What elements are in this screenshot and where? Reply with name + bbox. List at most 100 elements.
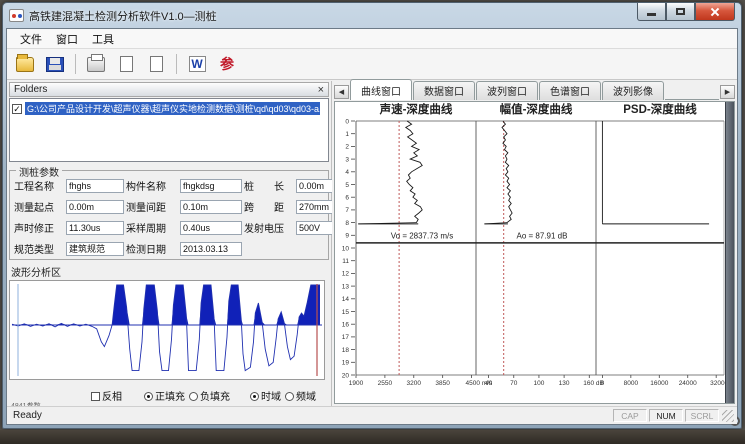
toolbar-separator	[75, 54, 76, 74]
domain-radio-0[interactable]: 时域	[250, 388, 281, 403]
param-label-0: 工程名称	[14, 178, 64, 193]
invert-checkbox-box[interactable]	[91, 392, 100, 401]
save-icon	[46, 57, 64, 72]
tab-spacer	[665, 99, 719, 100]
svg-text:7: 7	[345, 207, 349, 214]
resize-grip[interactable]	[722, 410, 734, 422]
param-label-8: 发射电压	[244, 220, 294, 235]
app-window: 高铁建混凝土检测分析软件V1.0—测桩 文件窗口工具 W 参	[2, 2, 742, 429]
param-label-2: 桩 长	[244, 178, 294, 193]
domain-radio-1[interactable]: 频域	[285, 388, 316, 403]
tab-0[interactable]: 曲线窗口	[350, 79, 412, 100]
printer-icon	[87, 57, 105, 72]
svg-text:16: 16	[342, 322, 350, 329]
status-panes: CAPNUMSCRL	[611, 409, 719, 422]
left-panel: Folders × ✓ G:\公司产品设计开发\超声仪器\超声仪实地检测数据\测…	[7, 81, 332, 406]
open-folder-icon	[16, 57, 34, 72]
close-button[interactable]	[695, 3, 735, 21]
minimize-icon	[647, 13, 656, 16]
save-button[interactable]	[42, 52, 68, 76]
minimize-button[interactable]	[637, 3, 666, 21]
radio-icon[interactable]	[144, 392, 153, 401]
svg-text:20: 20	[342, 372, 350, 379]
export-button[interactable]	[113, 52, 139, 76]
tab-3[interactable]: 色谱窗口	[539, 81, 601, 100]
svg-text:14: 14	[342, 296, 350, 303]
svg-text:18: 18	[342, 347, 350, 354]
preview-button[interactable]	[143, 52, 169, 76]
curve-tab-page: 01234567891011121314151617181920声速-深度曲线1…	[334, 101, 735, 404]
waveform-plot[interactable]	[9, 280, 325, 380]
maximize-button[interactable]	[666, 3, 695, 21]
param-input-10[interactable]: 2013.03.13	[180, 242, 242, 256]
param-input-3[interactable]: 0.00m	[66, 200, 124, 214]
folders-title: Folders	[14, 84, 318, 95]
menu-item-1[interactable]: 窗口	[49, 29, 85, 49]
radio-icon[interactable]	[285, 392, 294, 401]
desktop: 高铁建混凝土检测分析软件V1.0—测桩 文件窗口工具 W 参	[0, 0, 745, 444]
svg-text:13: 13	[342, 283, 350, 290]
param-label-4: 测量间距	[126, 199, 178, 214]
toolbar-separator	[176, 54, 177, 74]
invert-checkbox[interactable]: 反相	[91, 388, 122, 403]
fill-radio-0[interactable]: 正填充	[144, 388, 185, 403]
param-input-0[interactable]: fhghs	[66, 179, 124, 193]
svg-text:16000: 16000	[650, 380, 668, 387]
folder-path[interactable]: G:\公司产品设计开发\超声仪器\超声仪实地检测数据\测桩\qd\qd03\qd…	[25, 102, 320, 115]
param-label-3: 测量起点	[14, 199, 64, 214]
depth-charts-svg[interactable]: 01234567891011121314151617181920声速-深度曲线1…	[336, 103, 732, 408]
param-label-6: 声时修正	[14, 220, 64, 235]
tab-4[interactable]: 波列影像	[602, 81, 664, 100]
folder-list-item[interactable]: ✓ G:\公司产品设计开发\超声仪器\超声仪实地检测数据\测桩\qd\qd03\…	[12, 102, 326, 115]
svg-text:Ao = 87.91 dB: Ao = 87.91 dB	[517, 231, 568, 240]
pile-params-group: 测桩参数 工程名称fhghs构件名称fhgkdsg桩 长0.00m测量起点0.0…	[9, 170, 329, 260]
tab-1[interactable]: 数据窗口	[413, 81, 475, 100]
param-input-6[interactable]: 11.30us	[66, 221, 124, 235]
folder-list[interactable]: ✓ G:\公司产品设计开发\超声仪器\超声仪实地检测数据\测桩\qd\qd03\…	[9, 98, 329, 162]
fill-radio-1[interactable]: 负填充	[189, 388, 230, 403]
pile-params-title: 测桩参数	[16, 164, 62, 179]
desktop-taskbar-strip	[0, 430, 745, 444]
param-input-7[interactable]: 0.40us	[180, 221, 242, 235]
svg-text:8: 8	[345, 220, 349, 227]
print-button[interactable]	[83, 52, 109, 76]
svg-text:4: 4	[345, 169, 349, 176]
svg-text:声速-深度曲线: 声速-深度曲线	[379, 103, 453, 116]
chart-1: 幅值-深度曲线4070100130160 dBAo = 87.91 dB	[476, 103, 604, 387]
svg-text:PSD-深度曲线: PSD-深度曲线	[623, 103, 697, 116]
waveform-area-title: 波形分析区	[11, 264, 329, 279]
waveform-controls: 反相 正填充负填充 时域频域	[9, 388, 329, 403]
svg-text:2550: 2550	[378, 380, 393, 387]
folder-checkbox[interactable]: ✓	[12, 104, 22, 114]
param-label-7: 采样周期	[126, 220, 178, 235]
param-input-4[interactable]: 0.10m	[180, 200, 242, 214]
svg-text:40: 40	[485, 380, 493, 387]
tab-scroll-left-icon[interactable]: ◀	[334, 85, 349, 99]
svg-text:5: 5	[345, 182, 349, 189]
title-bar[interactable]: 高铁建混凝土检测分析软件V1.0—测桩	[3, 3, 741, 28]
tab-2[interactable]: 波列窗口	[476, 81, 538, 100]
svg-text:11: 11	[342, 258, 349, 265]
radio-icon[interactable]	[250, 392, 259, 401]
depth-charts: 01234567891011121314151617181920声速-深度曲线1…	[336, 103, 732, 413]
svg-text:12: 12	[342, 271, 350, 278]
svg-text:2: 2	[345, 144, 349, 151]
status-pane-scrl: SCRL	[685, 409, 719, 422]
radio-icon[interactable]	[189, 392, 198, 401]
pile-params-grid: 工程名称fhghs构件名称fhgkdsg桩 长0.00m测量起点0.00m测量间…	[14, 178, 324, 256]
word-report-button[interactable]: W	[184, 52, 210, 76]
folders-close-icon[interactable]: ×	[318, 85, 324, 95]
export-icon	[120, 56, 133, 72]
menu-item-2[interactable]: 工具	[85, 29, 121, 49]
param-label-10: 检测日期	[126, 241, 178, 256]
svg-text:8000: 8000	[624, 380, 639, 387]
param-input-1[interactable]: fhgkdsg	[180, 179, 242, 193]
svg-text:9: 9	[345, 233, 349, 240]
open-button[interactable]	[12, 52, 38, 76]
vertical-scrollbar[interactable]	[725, 102, 734, 403]
param-input-9[interactable]: 建筑规范	[66, 242, 124, 256]
svg-text:19: 19	[342, 360, 350, 367]
parameters-button[interactable]: 参	[214, 52, 240, 76]
tab-scroll-right-icon[interactable]: ▶	[720, 85, 735, 99]
menu-item-0[interactable]: 文件	[13, 29, 49, 49]
